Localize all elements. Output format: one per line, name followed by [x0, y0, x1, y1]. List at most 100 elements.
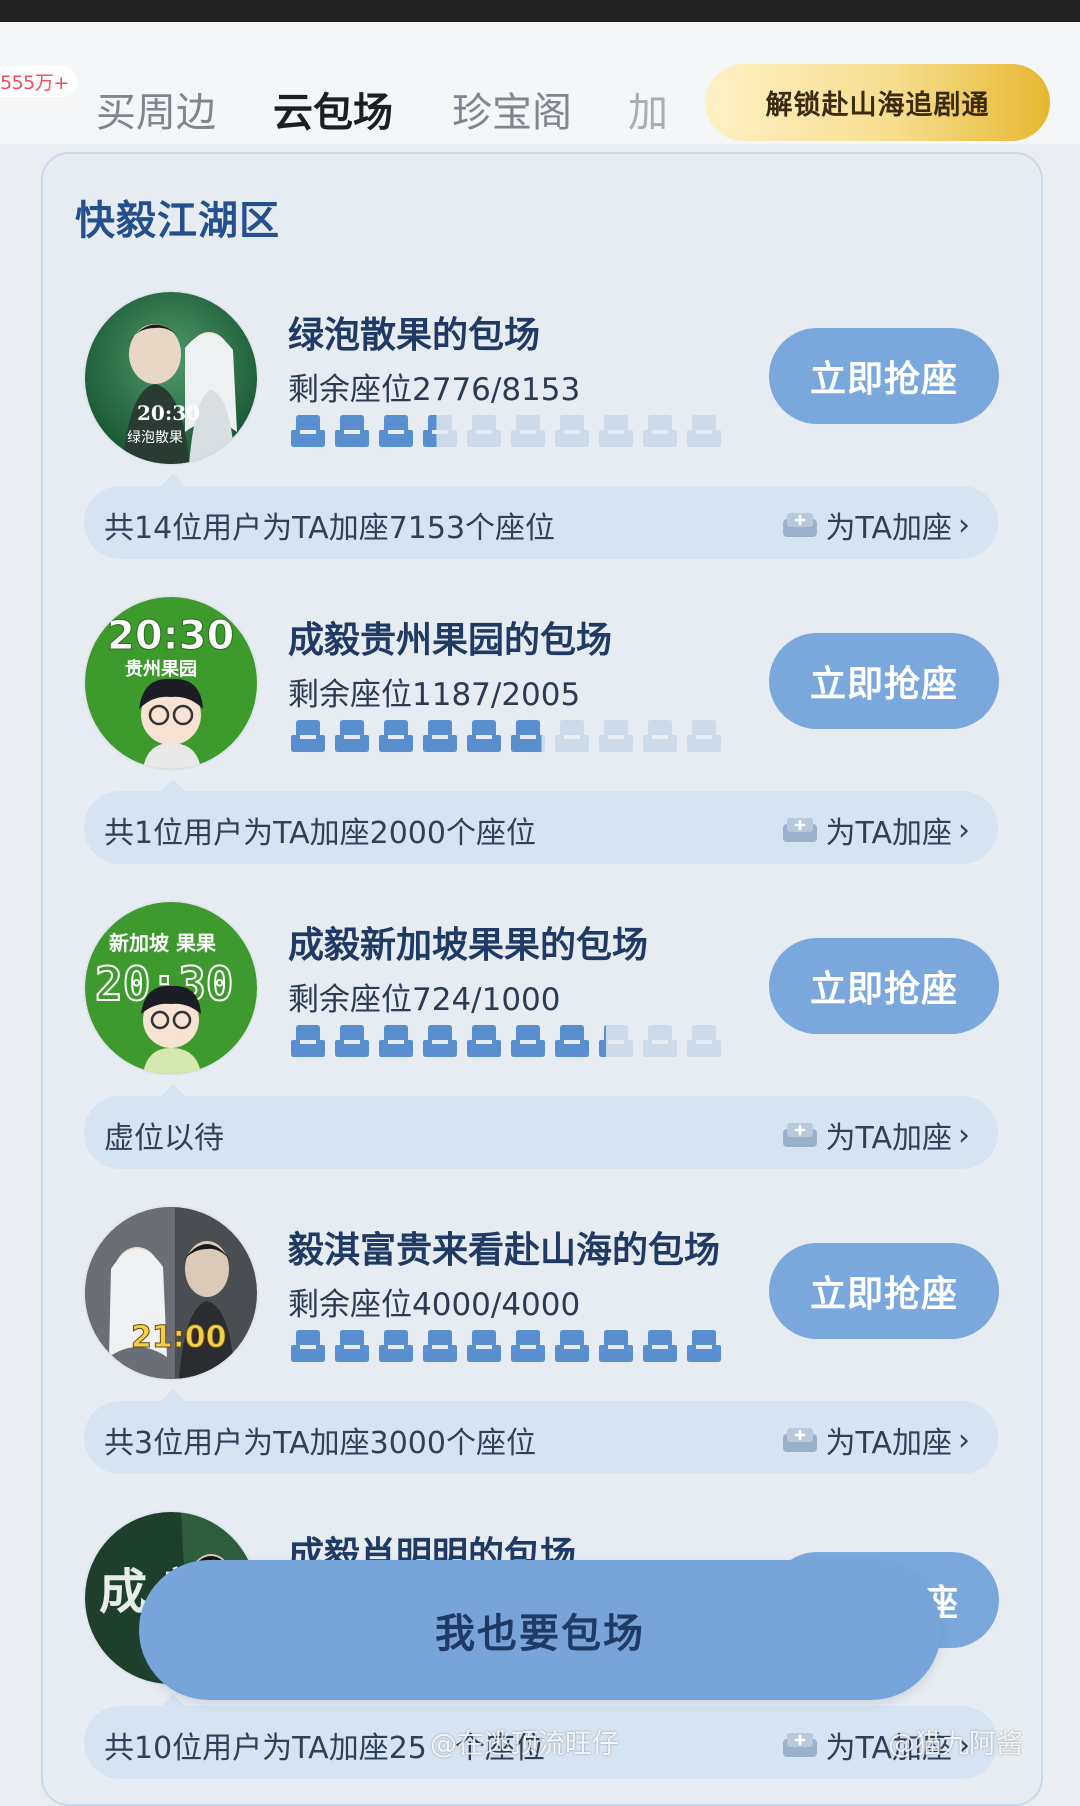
seat-icon: [555, 1330, 589, 1362]
screening-name: 成毅贵州果园的包场: [288, 620, 613, 661]
seat-icon: [467, 1330, 501, 1362]
add-seat-icon: [783, 1428, 818, 1452]
seat-icon: [379, 1330, 413, 1362]
seat-icon: [423, 1025, 457, 1057]
supporter-info-bar: 共3位用户为TA加座3000个座位 为TA加座 ›: [84, 1389, 998, 1474]
avatar-caption: 贵州果园: [125, 659, 197, 680]
seat-icon: [687, 1025, 721, 1057]
chevron-right-icon: ›: [958, 1117, 970, 1153]
remaining-seats: 剩余座位2776/8153: [288, 372, 581, 408]
remaining-seats: 剩余座位724/1000: [288, 982, 561, 1018]
supporter-info-bar: 虚位以待 为TA加座 ›: [84, 1084, 998, 1169]
seat-meter: [290, 719, 722, 753]
seat-icon: [291, 720, 325, 752]
seat-icon: [335, 720, 369, 752]
supporter-info-text: 虚位以待: [104, 1121, 224, 1156]
seat-icon: [379, 720, 413, 752]
seat-icon: [511, 415, 545, 447]
tab-merch[interactable]: 买周边: [96, 80, 216, 138]
seat-icon: [291, 1025, 325, 1057]
grab-seat-button[interactable]: 立即抢座: [769, 938, 999, 1034]
watermark: @猫九阿酱: [888, 1729, 1023, 1760]
grab-seat-button[interactable]: 立即抢座: [769, 328, 999, 424]
add-seat-icon: [783, 818, 818, 842]
seat-icon: [423, 1330, 457, 1362]
supporter-info-bar: 共1位用户为TA加座2000个座位 为TA加座 ›: [84, 779, 998, 864]
avatar-time: 20:30: [137, 401, 200, 425]
seat-icon: [687, 1330, 721, 1362]
seat-icon: [335, 415, 369, 447]
seat-icon: [643, 720, 677, 752]
screening-name: 毅淇富贵来看赴山海的包场: [288, 1230, 721, 1271]
seat-icon: [643, 1025, 677, 1057]
screening-avatar[interactable]: 新加坡 果果 20:30: [85, 902, 257, 1074]
add-seat-icon: [783, 1123, 818, 1147]
add-seat-link[interactable]: 为TA加座 ›: [781, 503, 970, 547]
screening-avatar[interactable]: 20:30 绿泡散果: [85, 292, 257, 464]
watermark: @在逃顶流旺仔: [430, 1729, 619, 1760]
add-seat-label: 为TA加座: [825, 511, 952, 546]
seat-icon: [599, 1330, 633, 1362]
add-seat-label: 为TA加座: [825, 816, 952, 851]
top-nav: 555万+ 买周边 云包场 珍宝阁 加 解锁赴山海追剧通: [0, 22, 1080, 144]
seat-icon: [423, 415, 457, 447]
avatar-time: 20:30: [107, 613, 234, 659]
add-seat-label: 为TA加座: [825, 1121, 952, 1156]
supporter-info-text: 共3位用户为TA加座3000个座位: [104, 1426, 536, 1461]
tab-treasure[interactable]: 珍宝阁: [452, 80, 572, 138]
screening-avatar[interactable]: 21:00: [85, 1207, 257, 1379]
seat-icon: [335, 1330, 369, 1362]
tab-more[interactable]: 加: [628, 80, 672, 138]
seat-icon: [291, 415, 325, 447]
seat-icon: [379, 415, 413, 447]
seat-icon: [599, 1025, 633, 1057]
avatar-caption: 新加坡 果果: [109, 931, 216, 955]
seat-icon: [511, 1330, 545, 1362]
avatar-caption: 绿泡散果: [127, 430, 183, 446]
views-badge: 555万+: [0, 66, 77, 97]
unlock-pass-button[interactable]: 解锁赴山海追剧通: [705, 64, 1050, 141]
seat-icon: [511, 1025, 545, 1057]
seat-icon: [291, 1330, 325, 1362]
remaining-seats: 剩余座位4000/4000: [288, 1287, 581, 1323]
grab-seat-button[interactable]: 立即抢座: [769, 633, 999, 729]
seat-icon: [335, 1025, 369, 1057]
avatar-time: 21:00: [131, 1320, 227, 1355]
seat-icon: [555, 720, 589, 752]
seat-meter: [290, 1329, 722, 1363]
grab-seat-button[interactable]: 立即抢座: [769, 1243, 999, 1339]
add-seat-link[interactable]: 为TA加座 ›: [781, 1113, 970, 1157]
supporter-info-bar: 共14位用户为TA加座7153个座位 为TA加座 ›: [84, 474, 998, 559]
screening-avatar[interactable]: 20:30 贵州果园: [85, 597, 257, 769]
seat-icon: [467, 1025, 501, 1057]
supporter-info-text-head: 共10位用户为TA加座25: [104, 1731, 427, 1766]
seat-icon: [555, 1025, 589, 1057]
status-bar: [0, 0, 1080, 22]
add-seat-link[interactable]: 为TA加座 ›: [781, 1418, 970, 1462]
chevron-right-icon: ›: [958, 812, 970, 848]
seat-meter: [290, 414, 722, 448]
supporter-info-text: 共14位用户为TA加座7153个座位: [104, 511, 556, 546]
seat-icon: [555, 415, 589, 447]
add-seat-label: 为TA加座: [825, 1426, 952, 1461]
tab-cloud-screening[interactable]: 云包场: [273, 80, 393, 138]
seat-icon: [379, 1025, 413, 1057]
seat-icon: [511, 720, 545, 752]
screening-card: 21:00 毅淇富贵来看赴山海的包场 剩余座位4000/4000 立即抢座 共3…: [0, 1207, 1080, 1477]
create-screening-button[interactable]: 我也要包场: [139, 1560, 941, 1700]
seat-icon: [643, 1330, 677, 1362]
remaining-seats: 剩余座位1187/2005: [288, 677, 581, 713]
screening-name: 绿泡散果的包场: [288, 315, 541, 356]
screening-card: 20:30 贵州果园 成毅贵州果园的包场 剩余座位1187/2005 立即抢座 …: [0, 597, 1080, 867]
seat-icon: [687, 720, 721, 752]
supporter-info-text: 共1位用户为TA加座2000个座位: [104, 816, 536, 851]
seat-icon: [599, 415, 633, 447]
seat-icon: [423, 720, 457, 752]
chevron-right-icon: ›: [958, 507, 970, 543]
seat-meter: [290, 1024, 722, 1058]
add-seat-icon: [783, 1733, 818, 1757]
seat-icon: [467, 720, 501, 752]
add-seat-link[interactable]: 为TA加座 ›: [781, 808, 970, 852]
seat-icon: [687, 415, 721, 447]
add-seat-icon: [783, 513, 818, 537]
